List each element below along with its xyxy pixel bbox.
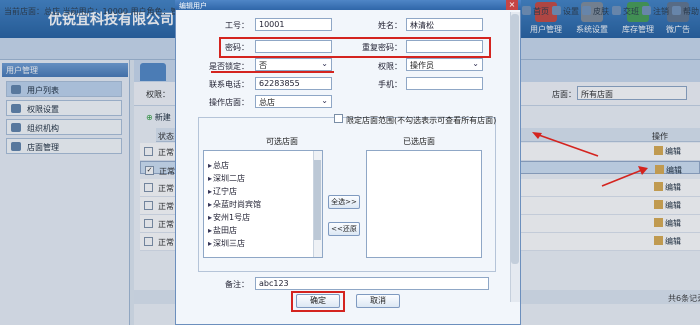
password-highlight	[219, 37, 491, 58]
locked-select[interactable]: 否 ⌄	[255, 58, 332, 71]
ok-button[interactable]: 确定	[296, 294, 340, 308]
list-item[interactable]: 总店	[208, 160, 229, 171]
dialog-titlebar[interactable]	[175, 0, 521, 10]
list-item[interactable]: 朵蓝时尚宾馆	[208, 199, 261, 210]
remark-field[interactable]: abc123	[255, 277, 489, 290]
phone-field[interactable]: 62283855	[255, 77, 332, 90]
job-no-field[interactable]: 10001	[255, 18, 332, 31]
remark-label: 备注：	[225, 280, 249, 289]
job-no-label: 工号：	[225, 21, 249, 30]
restore-button[interactable]: <<还原	[328, 222, 360, 236]
op-store-select[interactable]: 总店 ⌄	[255, 95, 332, 108]
list-item[interactable]: 深圳三店	[208, 238, 245, 247]
mobile-label: 手机：	[378, 80, 402, 89]
selected-stores-title: 已选店面	[403, 137, 435, 146]
list-item[interactable]: 安州1号店	[208, 212, 250, 223]
permission-label: 权限：	[378, 62, 402, 71]
scope-checkbox-label: 限定店面范围(不勾选表示可查看所有店面)	[346, 116, 497, 125]
list-scroll-thumb[interactable]	[314, 160, 321, 240]
chevron-down-icon: ⌄	[321, 59, 328, 68]
permission-select[interactable]: 操作员 ⌄	[406, 58, 483, 71]
list-item[interactable]: 深圳二店	[208, 173, 245, 184]
op-store-label: 操作店面：	[209, 98, 249, 107]
selected-stores-list[interactable]	[366, 150, 482, 258]
chevron-down-icon: ⌄	[321, 96, 328, 105]
select-all-button[interactable]: 全选>>	[328, 195, 360, 209]
scope-checkbox[interactable]	[334, 114, 343, 123]
chevron-down-icon: ⌄	[472, 59, 479, 68]
close-icon[interactable]: ×	[506, 0, 518, 10]
annotation-arrow	[601, 166, 648, 187]
cancel-button[interactable]: 取消	[356, 294, 400, 308]
name-label: 姓名：	[378, 21, 402, 30]
available-stores-title: 可选店面	[266, 137, 298, 146]
dialog-scroll-thumb[interactable]	[511, 14, 519, 264]
name-field[interactable]: 林清松	[406, 18, 483, 31]
phone-label: 联系电话：	[209, 80, 249, 89]
dialog-title: 编辑用户	[179, 2, 207, 10]
annotation-arrow	[532, 132, 599, 157]
mobile-field[interactable]	[406, 77, 483, 90]
locked-underline	[211, 71, 334, 73]
list-item[interactable]: 盐田店	[208, 225, 237, 236]
list-item[interactable]: 辽宁店	[208, 186, 237, 197]
